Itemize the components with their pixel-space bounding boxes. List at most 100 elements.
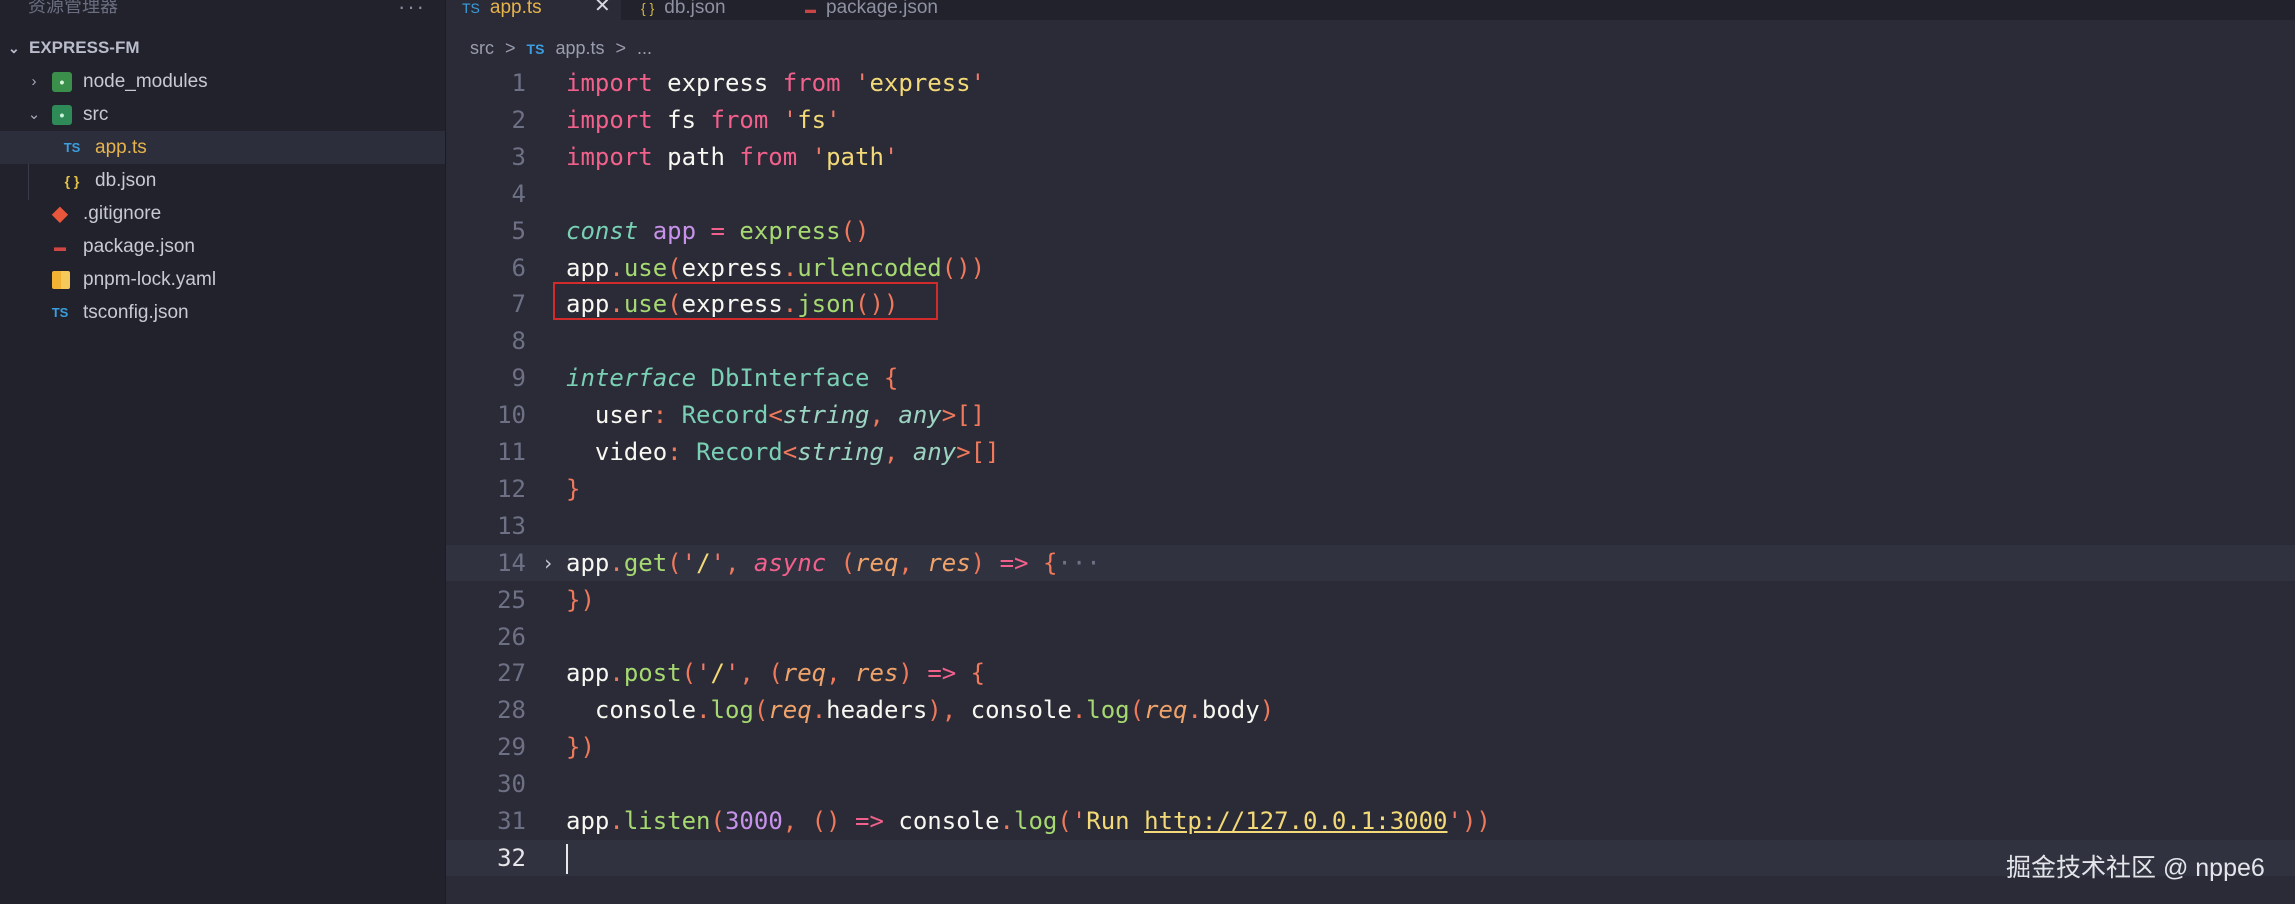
tree-item-label: app.ts [95, 137, 147, 158]
tree-item-label: pnpm-lock.yaml [83, 269, 217, 290]
code-line[interactable]: 3 import path from 'path' [446, 139, 2295, 175]
tree-item-app-ts[interactable]: TS app.ts [0, 131, 445, 164]
tab-db-json[interactable]: { } db.json [621, 0, 791, 20]
code-line[interactable]: 26 [446, 619, 2295, 655]
editor-tab-bar: TS app.ts ✕ { } db.json ▬ package.json [446, 0, 2295, 20]
line-number: 6 [511, 253, 526, 282]
breadcrumb-src[interactable]: src [470, 38, 494, 58]
line-number: 7 [511, 290, 526, 319]
breadcrumb-separator: > [615, 38, 627, 58]
code-line[interactable]: 25}) [446, 582, 2295, 618]
tab-package-json[interactable]: ▬ package.json [791, 0, 991, 20]
tree-item-label: package.json [83, 236, 195, 257]
tree-item-src[interactable]: ⌄ • src [0, 98, 445, 131]
typescript-icon: TS [63, 140, 81, 155]
tree-item-label: node_modules [83, 71, 208, 92]
tab-label: package.json [826, 0, 938, 18]
pnpm-icon [52, 271, 70, 289]
code-line[interactable]: 10 user: Record<string, any>[] [446, 397, 2295, 433]
more-actions-icon[interactable]: ··· [398, 0, 426, 20]
project-name: EXPRESS-FM [29, 38, 140, 57]
line-number: 11 [497, 438, 526, 466]
line-source [566, 840, 568, 876]
code-line[interactable]: 9 interface DbInterface { [446, 360, 2295, 396]
tree-item-tsconfig[interactable]: TS tsconfig.json [0, 296, 445, 329]
code-line[interactable]: 29}) [446, 729, 2295, 765]
tsconfig-icon: TS [51, 305, 69, 320]
tree-item-package-json[interactable]: ▬ package.json [0, 230, 445, 263]
breadcrumb: src > TS app.ts > ... [470, 38, 658, 62]
line-number: 30 [497, 770, 526, 799]
line-number: 10 [497, 401, 526, 430]
watermark: 掘金技术社区 @ nppe6 [2006, 854, 2265, 882]
typescript-icon: TS [462, 0, 480, 16]
project-root[interactable]: ⌄ EXPRESS-FM [0, 34, 445, 62]
code-line[interactable]: 12} [446, 471, 2295, 507]
tree-item-pnpm-lock[interactable]: pnpm-lock.yaml [0, 263, 445, 296]
line-number: 1 [511, 69, 526, 97]
code-line[interactable]: 8 [446, 323, 2295, 359]
line-source: console.log(req.headers), console.log(re… [594, 696, 1275, 725]
code-line[interactable]: 27 app.post('/', (req, res) => { [446, 655, 2295, 691]
line-number: 5 [511, 216, 526, 245]
git-icon: ◆ [52, 203, 68, 225]
explorer-sidebar: 资源管理器 ··· ⌄ EXPRESS-FM › • node_modules … [0, 0, 446, 904]
line-source: interface DbInterface { [566, 364, 899, 393]
line-number: 28 [497, 696, 526, 725]
line-number: 25 [497, 585, 526, 614]
line-number: 31 [497, 807, 526, 835]
line-number: 3 [511, 142, 526, 171]
line-number: 26 [497, 622, 526, 651]
line-number: 27 [497, 659, 526, 688]
code-line[interactable]: 5 const app = express() [446, 213, 2295, 249]
line-source: const app = express() [566, 216, 870, 245]
chevron-right-icon: › [31, 73, 37, 90]
tab-app-ts[interactable]: TS app.ts ✕ [446, 0, 621, 20]
code-line[interactable]: 28 console.log(req.headers), console.log… [446, 692, 2295, 728]
json-icon: { } [64, 173, 80, 189]
tree-item-label: tsconfig.json [83, 302, 189, 323]
code-line[interactable]: 30 [446, 766, 2295, 802]
code-line[interactable]: 14 › app.get('/', async (req, res) => {··· [446, 544, 2295, 581]
highlight-box [553, 282, 938, 320]
code-line[interactable]: 31 app.listen(3000, () => console.log('Ru… [446, 803, 2295, 839]
code-line[interactable]: 11 video: Record<string, any>[] [446, 434, 2295, 470]
breadcrumb-file[interactable]: app.ts [555, 38, 604, 58]
breadcrumb-more[interactable]: ... [637, 38, 652, 58]
tree-item-db-json[interactable]: { } db.json [0, 164, 445, 197]
line-number: 2 [511, 105, 526, 134]
text-cursor [566, 843, 568, 874]
close-icon[interactable]: ✕ [594, 0, 611, 16]
line-number: 12 [497, 474, 526, 503]
line-source: app.post('/', (req, res) => { [566, 659, 986, 688]
code-line[interactable]: 2 import fs from 'fs' [446, 102, 2295, 138]
code-line[interactable]: 4 [446, 176, 2295, 212]
code-line[interactable]: 13 [446, 508, 2295, 544]
code-editor[interactable]: 1 import express from 'express' 2 import fs… [446, 65, 2295, 876]
tree-item-gitignore[interactable]: ◆ .gitignore [0, 197, 445, 230]
src-folder-icon: • [52, 105, 72, 125]
line-source: app.listen(3000, () => console.log('Run … [566, 807, 1491, 835]
json-icon: { } [641, 0, 655, 16]
code-line[interactable]: 6 app.use(express.urlencoded()) [446, 250, 2295, 286]
fold-chevron-icon[interactable]: › [542, 545, 554, 581]
line-number: 4 [511, 179, 526, 208]
line-number: 32 [497, 843, 526, 872]
npm-icon: ▬ [805, 4, 816, 16]
line-source: }) [566, 733, 595, 762]
code-line[interactable]: 1 import express from 'express' [446, 65, 2295, 101]
line-source: import express from 'express' [566, 69, 986, 97]
tree-item-label: db.json [95, 170, 157, 191]
explorer-title: 资源管理器 [28, 0, 118, 16]
tree-item-label: .gitignore [83, 203, 162, 224]
tree-item-node-modules[interactable]: › • node_modules [0, 65, 445, 98]
tab-label: app.ts [489, 0, 542, 18]
breadcrumb-separator: > [505, 38, 516, 58]
line-number: 13 [497, 511, 526, 540]
line-source: import fs from 'fs' [566, 105, 841, 134]
line-source: }) [566, 585, 595, 614]
line-number: 29 [497, 733, 526, 762]
tree-item-label: src [83, 104, 109, 125]
node-modules-folder-icon: • [52, 72, 72, 92]
chevron-down-icon: ⌄ [8, 40, 20, 56]
